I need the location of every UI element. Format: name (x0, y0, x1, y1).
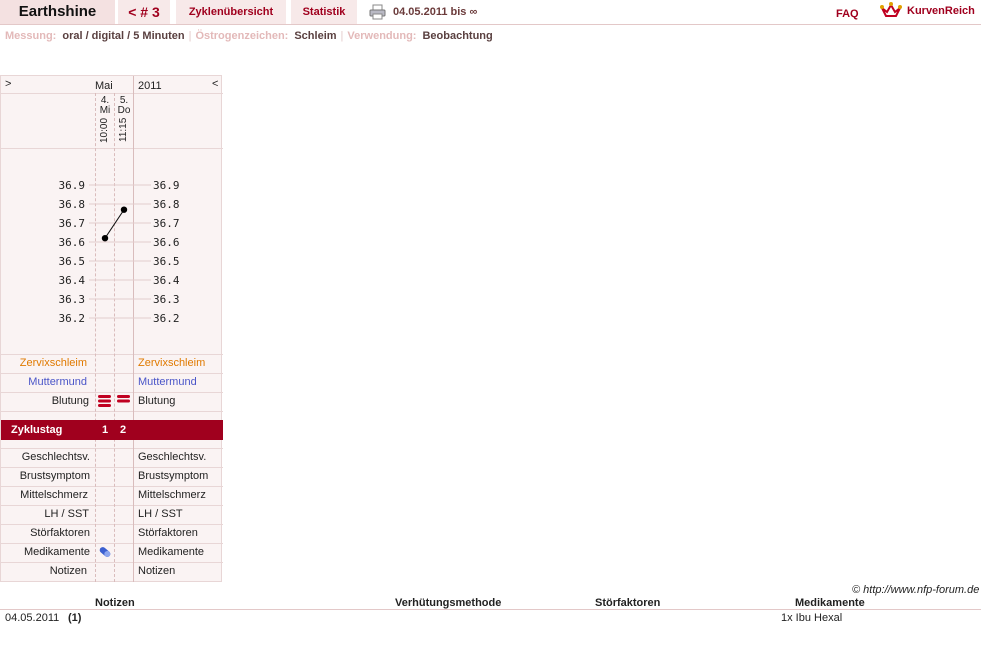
muttermund-label-left[interactable]: Muttermund (1, 376, 87, 388)
temp-tick-right: 36.5 (153, 255, 180, 268)
medikamente-label-right[interactable]: Medikamente (138, 546, 204, 558)
day-header-2[interactable]: 5. Do (115, 96, 133, 116)
verwendung-label: Verwendung: (347, 30, 417, 42)
stoerfaktoren-label-left[interactable]: Störfaktoren (1, 527, 90, 539)
bleeding-heavy-icon[interactable] (98, 394, 111, 408)
messung-value: oral / digital / 5 Minuten (62, 30, 185, 42)
brustsymptom-label-left[interactable]: Brustsymptom (1, 470, 90, 482)
day-weekday: Do (117, 105, 131, 116)
geschlechtsv-label-right[interactable]: Geschlechtsv. (138, 451, 206, 463)
day-time-1: 10:00 (99, 118, 110, 144)
cycle-nav-button[interactable]: < # 3 (118, 0, 170, 24)
temperature-line (104, 209, 125, 239)
logo-text[interactable]: KurvenReich (907, 2, 975, 20)
brand-name: Earthshine (0, 0, 115, 24)
blutung-label-left[interactable]: Blutung (1, 395, 89, 407)
temp-tick-left: 36.7 (59, 217, 86, 230)
tab-zyklenuebersicht[interactable]: Zyklenübersicht (176, 0, 286, 24)
temp-tick-left: 36.4 (59, 274, 86, 287)
temperature-point-1[interactable] (101, 235, 109, 242)
chart-next-button[interactable]: < (212, 78, 218, 90)
top-bar: Earthshine < # 3 Zyklenübersicht Statist… (0, 0, 981, 25)
col-header-medikamente: Medikamente (795, 597, 865, 609)
blutung-label-right[interactable]: Blutung (138, 395, 175, 407)
tab-statistik[interactable]: Statistik (291, 0, 357, 24)
col-header-stoerfaktoren: Störfaktoren (595, 597, 661, 609)
day-weekday: Mi (99, 105, 111, 116)
crown-logo-icon[interactable] (880, 2, 902, 20)
col-header-verhuetung: Verhütungsmethode (395, 597, 502, 609)
verwendung-value: Beobachtung (422, 30, 493, 42)
medikamente-label-left[interactable]: Medikamente (1, 546, 90, 558)
temp-tick-right: 36.2 (153, 312, 180, 325)
bleeding-medium-icon[interactable] (117, 394, 130, 403)
day-header-1[interactable]: 4. Mi (96, 96, 114, 116)
zervix-label-right[interactable]: Zervixschleim (138, 357, 205, 369)
mittelschmerz-label-left[interactable]: Mittelschmerz (1, 489, 88, 501)
zervix-label-left[interactable]: Zervixschleim (1, 357, 87, 369)
month-label: Mai (95, 80, 113, 92)
muttermund-label-right[interactable]: Muttermund (138, 376, 197, 388)
temp-tick-left: 36.8 (59, 198, 86, 211)
temp-tick-left: 36.5 (59, 255, 86, 268)
temp-tick-left: 36.9 (59, 179, 86, 192)
temp-tick-right: 36.3 (153, 293, 180, 306)
cycle-chart: > Mai 2011 < 4. Mi 5. Do 10:00 11:15 36.… (0, 75, 223, 582)
zyklustag-day-2: 2 (120, 424, 127, 436)
temp-tick-right: 36.8 (153, 198, 180, 211)
date-range: 04.05.2011 bis ∞ (393, 6, 478, 18)
temp-tick-left: 36.2 (59, 312, 86, 325)
temp-tick-right: 36.4 (153, 274, 180, 287)
oestrogen-label: Östrogenzeichen: (195, 30, 289, 42)
note-row-day: (1) (68, 612, 82, 624)
temperature-point-2[interactable] (120, 206, 128, 213)
lh-label-right[interactable]: LH / SST (138, 508, 183, 520)
mittelschmerz-label-right[interactable]: Mittelschmerz (138, 489, 206, 501)
notizen-label-right[interactable]: Notizen (138, 565, 175, 577)
chart-prev-button[interactable]: > (5, 78, 11, 90)
printer-icon[interactable] (369, 4, 386, 20)
year-label: 2011 (138, 80, 162, 92)
lh-label-left[interactable]: LH / SST (1, 508, 89, 520)
geschlechtsv-label-left[interactable]: Geschlechtsv. (1, 451, 90, 463)
stoerfaktoren-label-right[interactable]: Störfaktoren (138, 527, 198, 539)
day-time-2: 11:15 (118, 118, 129, 143)
temp-tick-right: 36.7 (153, 217, 180, 230)
copyright-note: © http://www.nfp-forum.de (852, 584, 980, 596)
note-row-medikamente: 1x Ibu Hexal (781, 612, 843, 624)
measurement-info: Messung: oral / digital / 5 Minuten | Östro… (5, 30, 493, 42)
faq-link[interactable]: FAQ (836, 2, 859, 26)
note-row-date: 04.05.2011 (5, 612, 60, 624)
temp-tick-right: 36.9 (153, 179, 180, 192)
pill-icon[interactable] (98, 545, 112, 559)
messung-label: Messung: (5, 30, 57, 42)
zyklustag-row: Zyklustag 1 2 (1, 420, 223, 440)
temp-tick-right: 36.6 (153, 236, 180, 249)
notizen-label-left[interactable]: Notizen (1, 565, 87, 577)
brustsymptom-label-right[interactable]: Brustsymptom (138, 470, 208, 482)
oestrogen-value: Schleim (294, 30, 337, 42)
zyklustag-day-1: 1 (102, 424, 109, 436)
col-header-notizen: Notizen (95, 597, 135, 609)
temp-tick-left: 36.3 (59, 293, 86, 306)
zyklustag-label: Zyklustag (11, 424, 63, 436)
temp-tick-left: 36.6 (59, 236, 86, 249)
temperature-curve: 36.9 36.9 36.8 36.8 36.7 36.7 36.6 36.6 36.5 36.5… (59, 179, 180, 325)
